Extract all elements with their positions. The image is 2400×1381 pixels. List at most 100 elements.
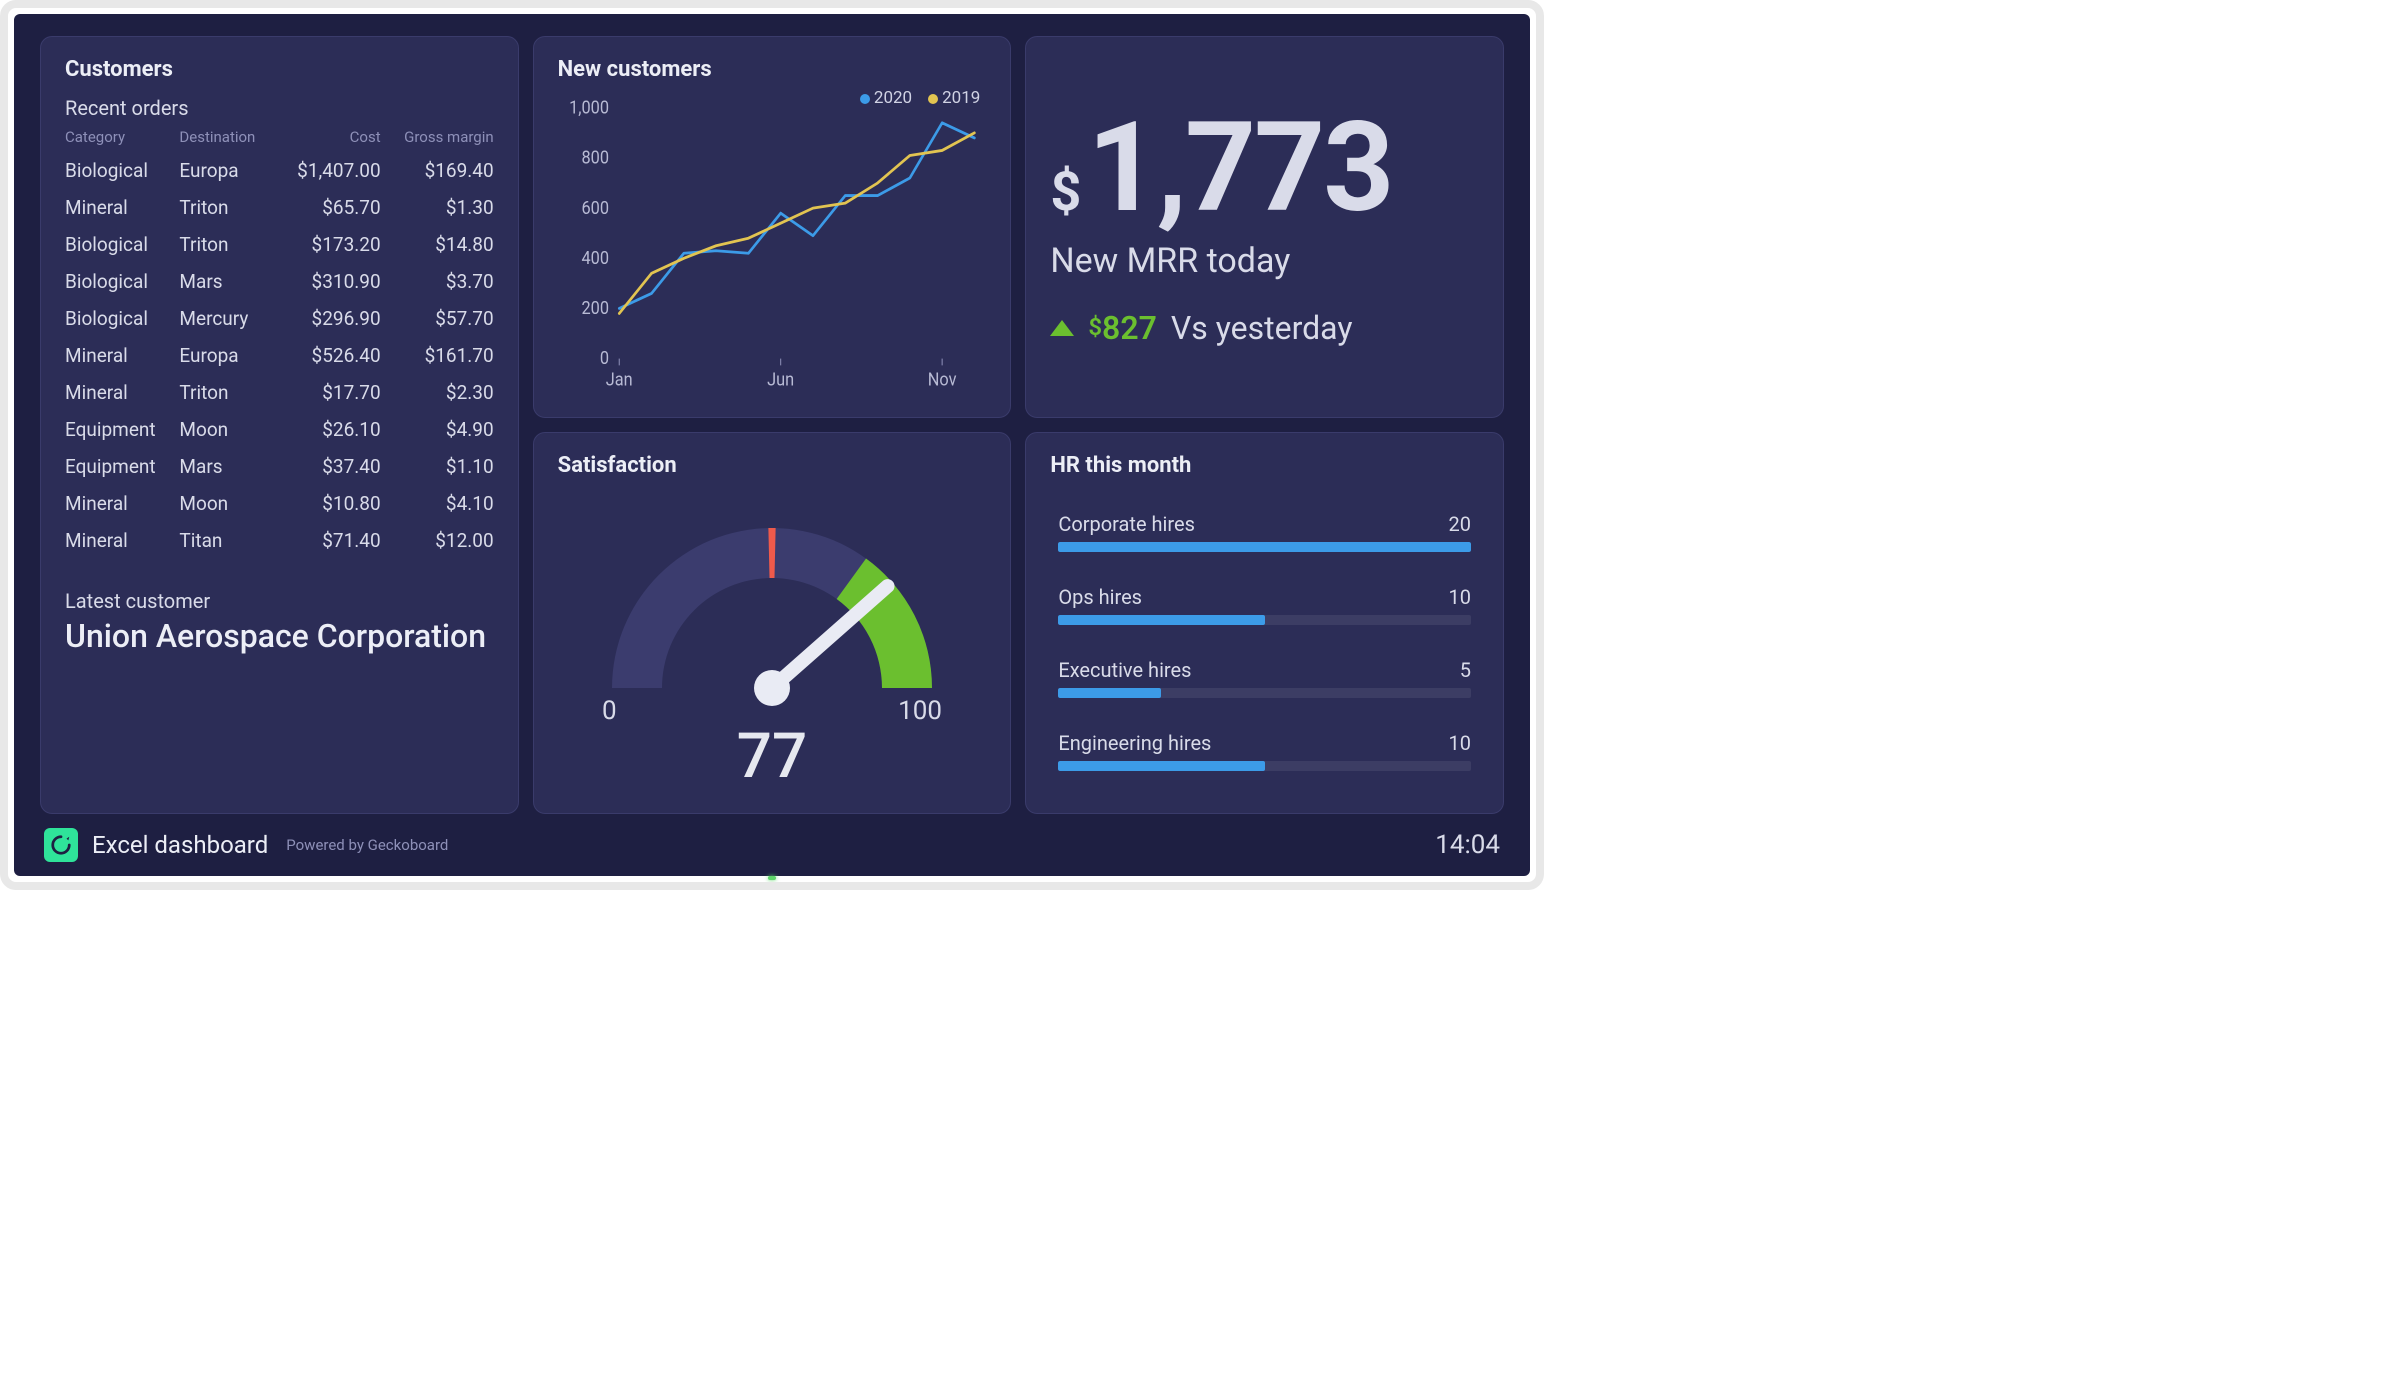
footer-title: Excel dashboard: [92, 831, 268, 859]
legend-item-2019: 2019: [928, 88, 980, 108]
table-cell: Europa: [179, 152, 275, 189]
hr-bar-value: 10: [1449, 731, 1471, 755]
hr-bar-row: Corporate hires 20: [1058, 512, 1471, 552]
hr-bar-label: Executive hires: [1058, 658, 1191, 682]
table-cell: Biological: [65, 152, 179, 189]
panel-satisfaction: Satisfaction 0 100 77: [533, 432, 1012, 814]
table-cell: Moon: [179, 485, 275, 522]
svg-text:400: 400: [581, 248, 609, 269]
logo-glyph-icon: [50, 834, 72, 856]
svg-text:0: 0: [600, 349, 609, 370]
panel-hr: HR this month Corporate hires 20 Ops hires…: [1025, 432, 1504, 814]
footer: Excel dashboard Powered by Geckoboard 14…: [40, 828, 1504, 862]
new-customers-chart: 2020 2019 02004006008001,000JanJunNov: [558, 92, 987, 397]
table-cell: $14.80: [381, 226, 494, 263]
svg-text:Jan: Jan: [605, 370, 632, 391]
svg-text:600: 600: [581, 198, 609, 219]
satisfaction-gauge: [558, 488, 987, 748]
mrr-label: New MRR today: [1050, 241, 1479, 281]
mrr-delta: $827 Vs yesterday: [1050, 309, 1479, 347]
footer-powered-by: Powered by Geckoboard: [286, 836, 448, 854]
panel-customers: Customers Recent orders Category Destina…: [40, 36, 519, 814]
table-cell: Titan: [179, 522, 275, 559]
mrr-delta-vs: Vs yesterday: [1171, 309, 1353, 347]
hr-bar-value: 5: [1460, 658, 1471, 682]
hr-bar-track: [1058, 615, 1471, 625]
table-row: MineralTriton$65.70$1.30: [65, 189, 494, 226]
mrr-value: $ 1,773: [1050, 107, 1479, 231]
table-row: MineralTriton$17.70$2.30: [65, 374, 494, 411]
chart-legend: 2020 2019: [860, 88, 980, 108]
table-cell: $17.70: [275, 374, 380, 411]
table-cell: $10.80: [275, 485, 380, 522]
table-cell: Equipment: [65, 448, 179, 485]
hr-bar-fill: [1058, 761, 1264, 771]
table-cell: $26.10: [275, 411, 380, 448]
table-cell: Triton: [179, 226, 275, 263]
latest-customer: Latest customer Union Aerospace Corporat…: [65, 589, 494, 655]
table-cell: $57.70: [381, 300, 494, 337]
table-row: BiologicalMars$310.90$3.70: [65, 263, 494, 300]
svg-text:800: 800: [581, 148, 609, 169]
table-cell: Biological: [65, 300, 179, 337]
legend-dot-icon: [928, 94, 938, 104]
table-cell: Mineral: [65, 374, 179, 411]
hr-bar-track: [1058, 688, 1471, 698]
table-cell: Europa: [179, 337, 275, 374]
svg-text:Nov: Nov: [927, 370, 956, 391]
table-cell: $65.70: [275, 189, 380, 226]
col-destination: Destination: [179, 126, 275, 152]
table-cell: Mercury: [179, 300, 275, 337]
table-cell: $161.70: [381, 337, 494, 374]
monitor-frame: New customers 2020 2019 02004006008001,0…: [0, 0, 1544, 890]
table-row: MineralEuropa$526.40$161.70: [65, 337, 494, 374]
hr-bar-label: Ops hires: [1058, 585, 1142, 609]
hr-bar-label: Corporate hires: [1058, 512, 1195, 536]
table-cell: $1.10: [381, 448, 494, 485]
table-cell: $71.40: [275, 522, 380, 559]
hr-bar-fill: [1058, 542, 1471, 552]
table-cell: $2.30: [381, 374, 494, 411]
table-cell: Mars: [179, 263, 275, 300]
orders-subhead: Recent orders: [65, 96, 494, 120]
col-cost: Cost: [275, 126, 380, 152]
panel-title: Customers: [65, 57, 494, 82]
hr-bar-track: [1058, 761, 1471, 771]
table-cell: $1,407.00: [275, 152, 380, 189]
mrr-currency: $: [1050, 161, 1081, 224]
hr-bar-label: Engineering hires: [1058, 731, 1211, 755]
table-cell: Biological: [65, 263, 179, 300]
table-cell: $310.90: [275, 263, 380, 300]
table-row: EquipmentMars$37.40$1.10: [65, 448, 494, 485]
col-category: Category: [65, 126, 179, 152]
hr-bar-track: [1058, 542, 1471, 552]
hr-bar-fill: [1058, 615, 1264, 625]
hr-bar-value: 10: [1449, 585, 1471, 609]
table-cell: Triton: [179, 374, 275, 411]
table-cell: Mineral: [65, 337, 179, 374]
legend-item-2020: 2020: [860, 88, 912, 108]
table-cell: Biological: [65, 226, 179, 263]
hr-bar-value: 20: [1449, 512, 1471, 536]
footer-left: Excel dashboard Powered by Geckoboard: [44, 828, 448, 862]
table-cell: $173.20: [275, 226, 380, 263]
svg-text:Jun: Jun: [767, 370, 794, 391]
table-cell: $12.00: [381, 522, 494, 559]
hr-bar-list: Corporate hires 20 Ops hires 10 Executive hi…: [1050, 488, 1479, 793]
orders-header-row: Category Destination Cost Gross margin: [65, 126, 494, 152]
geckoboard-logo-icon: [44, 828, 78, 862]
mrr-delta-amount: $827: [1088, 309, 1157, 347]
table-cell: $169.40: [381, 152, 494, 189]
mrr-number: 1,773: [1087, 107, 1392, 231]
panel-mrr: $ 1,773 New MRR today $827 Vs yesterday: [1025, 36, 1504, 418]
dashboard-screen: New customers 2020 2019 02004006008001,0…: [14, 14, 1530, 876]
power-led-icon: [768, 876, 776, 880]
table-cell: $296.90: [275, 300, 380, 337]
table-cell: Triton: [179, 189, 275, 226]
line-chart-svg: 02004006008001,000JanJunNov: [558, 92, 987, 397]
table-cell: Mineral: [65, 189, 179, 226]
table-cell: $4.10: [381, 485, 494, 522]
svg-text:1,000: 1,000: [569, 98, 609, 119]
gauge-svg: [572, 488, 972, 718]
panel-title: HR this month: [1050, 453, 1479, 478]
